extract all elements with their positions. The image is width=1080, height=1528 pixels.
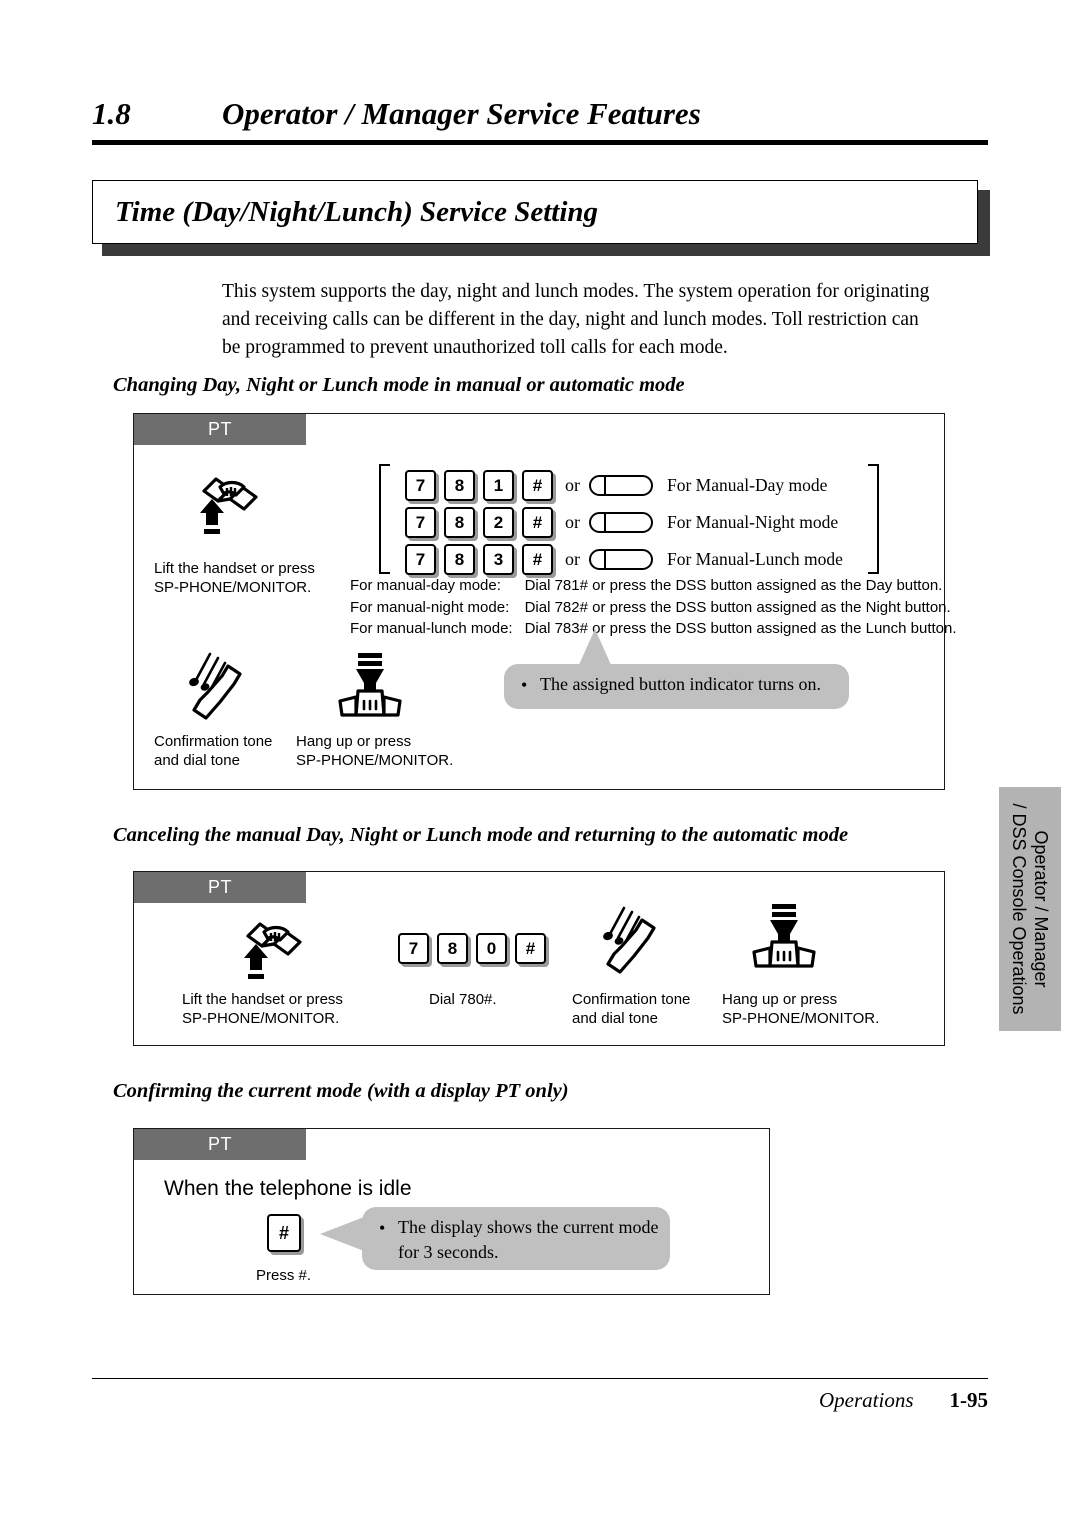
lift-handset-caption-1: Lift the handset or press SP-PHONE/MONIT…: [154, 560, 315, 596]
lift-handset-icon: [226, 914, 312, 999]
or-label: or: [565, 549, 580, 569]
hash-key-wrapper: #: [267, 1214, 309, 1252]
callout-bullet: •: [521, 675, 528, 695]
footer-page-number: 1-95: [949, 1388, 989, 1412]
chapter-heading-row: 1.8 Operator / Manager Service Features: [92, 96, 988, 132]
idle-state-label: When the telephone is idle: [164, 1177, 412, 1200]
side-tab-line-2: / DSS Console Operations: [1009, 803, 1029, 1015]
dial-caption-2: Dial 780#.: [429, 991, 497, 1008]
title-box: Time (Day/Night/Lunch) Service Setting: [92, 180, 978, 244]
keycap[interactable]: 8: [444, 470, 475, 501]
keycap[interactable]: 7: [405, 544, 436, 575]
page-footer: Operations 1-95: [92, 1388, 988, 1413]
header-rule: [92, 140, 988, 145]
chapter-title: Operator / Manager Service Features: [222, 96, 701, 131]
callout-text: The display shows the current mode for 3…: [398, 1217, 659, 1262]
hang-up-caption-2: Hang up or press SP-PHONE/MONITOR.: [722, 991, 880, 1027]
dss-button-icon[interactable]: [589, 512, 653, 533]
footer-rule: [92, 1378, 988, 1379]
instruction-label: For manual-day mode:: [350, 577, 501, 594]
dial-sequence-bracket-group: 7 8 1 # or For Manual-Day mode 7 8 2 # o…: [379, 464, 879, 575]
keycap[interactable]: 7: [398, 933, 429, 964]
table-row: For manual-day mode: Dial 781# or press …: [350, 576, 957, 596]
confirmation-tone-icon: [590, 894, 670, 991]
dss-button-icon[interactable]: [589, 549, 653, 570]
instruction-label: For manual-lunch mode:: [350, 620, 513, 637]
chapter-number: 1.8: [92, 96, 131, 131]
diagram-changing-mode: PT Lift the handset or press SP-PHONE/MO…: [133, 413, 957, 790]
keycap[interactable]: 7: [405, 507, 436, 538]
table-row: For manual-night mode: Dial 782# or pres…: [350, 598, 957, 618]
dial-sequence-row: 7 8 1 # or For Manual-Day mode: [405, 467, 843, 504]
instruction-text: Dial 781# or press the DSS button assign…: [524, 577, 943, 594]
section-heading-3: Confirming the current mode (with a disp…: [113, 1080, 569, 1102]
hang-up-icon: [744, 900, 824, 985]
diagram-canceling-mode: PT Lift the handset or press SP-PHONE/MO…: [133, 871, 945, 1046]
confirmation-tone-caption-1: Confirmation tone and dial tone: [154, 733, 273, 769]
callout-text: The assigned button indicator turns on.: [540, 674, 821, 694]
mode-label: For Manual-Night mode: [667, 512, 839, 532]
confirmation-tone-caption-2: Confirmation tone and dial tone: [572, 991, 691, 1027]
callout-bullet: •: [379, 1218, 386, 1238]
or-label: or: [565, 475, 580, 495]
dss-button-icon[interactable]: [589, 475, 653, 496]
lift-handset-icon: [182, 469, 268, 554]
side-tab-chapter-marker: Operator / Manager / DSS Console Operati…: [999, 787, 1061, 1031]
feature-title-bar: Time (Day/Night/Lunch) Service Setting: [92, 180, 990, 256]
keycap-hash[interactable]: #: [267, 1214, 301, 1252]
lift-handset-caption-2: Lift the handset or press SP-PHONE/MONIT…: [182, 991, 343, 1027]
callout-indicator: • The assigned button indicator turns on…: [504, 664, 849, 709]
side-tab-text: Operator / Manager / DSS Console Operati…: [1008, 803, 1052, 1014]
mode-label: For Manual-Day mode: [667, 475, 828, 495]
section-heading-2: Canceling the manual Day, Night or Lunch…: [113, 824, 849, 846]
keycap[interactable]: 8: [444, 544, 475, 575]
keycap[interactable]: 2: [483, 507, 514, 538]
table-row: For manual-lunch mode: Dial 783# or pres…: [350, 619, 957, 639]
dial-780-row: 7 8 0 #: [398, 930, 554, 967]
hang-up-icon: [330, 649, 410, 734]
callout-display-mode: • The display shows the current mode for…: [362, 1207, 670, 1270]
page-header: 1.8 Operator / Manager Service Features: [92, 96, 988, 145]
bracket-left: [379, 464, 390, 574]
keycap[interactable]: 8: [444, 507, 475, 538]
pt-tab-3: PT: [134, 1129, 306, 1160]
pt-tab-2: PT: [134, 872, 306, 903]
instruction-label: For manual-night mode:: [350, 598, 510, 616]
dial-sequence-rows: 7 8 1 # or For Manual-Day mode 7 8 2 # o…: [405, 467, 843, 578]
footer-section-label: Operations: [819, 1388, 914, 1412]
bracket-right: [868, 464, 879, 574]
dial-sequence-row: 7 8 2 # or For Manual-Night mode: [405, 504, 843, 541]
callout-tail-3: [320, 1217, 364, 1251]
pt-tab-1: PT: [134, 414, 306, 445]
hang-up-caption-1: Hang up or press SP-PHONE/MONITOR.: [296, 733, 454, 769]
callout-tail-1: [578, 629, 612, 667]
keycap[interactable]: 1: [483, 470, 514, 501]
section-heading-1: Changing Day, Night or Lunch mode in man…: [113, 374, 685, 396]
side-tab-line-1: Operator / Manager: [1031, 830, 1051, 988]
keycap[interactable]: 7: [405, 470, 436, 501]
intro-paragraph: This system supports the day, night and …: [222, 281, 930, 358]
dial-sequence-row: 7 8 3 # or For Manual-Lunch mode: [405, 541, 843, 578]
mode-label: For Manual-Lunch mode: [667, 549, 843, 569]
or-label: or: [565, 512, 580, 532]
confirmation-tone-icon: [176, 646, 256, 737]
keycap[interactable]: #: [522, 507, 553, 538]
press-hash-caption: Press #.: [256, 1267, 312, 1284]
feature-title: Time (Day/Night/Lunch) Service Setting: [115, 195, 599, 228]
keycap[interactable]: #: [522, 470, 553, 501]
instruction-text: Dial 782# or press the DSS button assign…: [524, 598, 951, 616]
keycap[interactable]: #: [515, 933, 546, 964]
mode-instructions-table: For manual-day mode: Dial 781# or press …: [348, 574, 959, 641]
diagram-confirming-mode: PT When the telephone is idle # Press #.…: [133, 1128, 770, 1295]
keycap[interactable]: 3: [483, 544, 514, 575]
keycap[interactable]: 0: [476, 933, 507, 964]
keycap[interactable]: 8: [437, 933, 468, 964]
keycap[interactable]: #: [522, 544, 553, 575]
